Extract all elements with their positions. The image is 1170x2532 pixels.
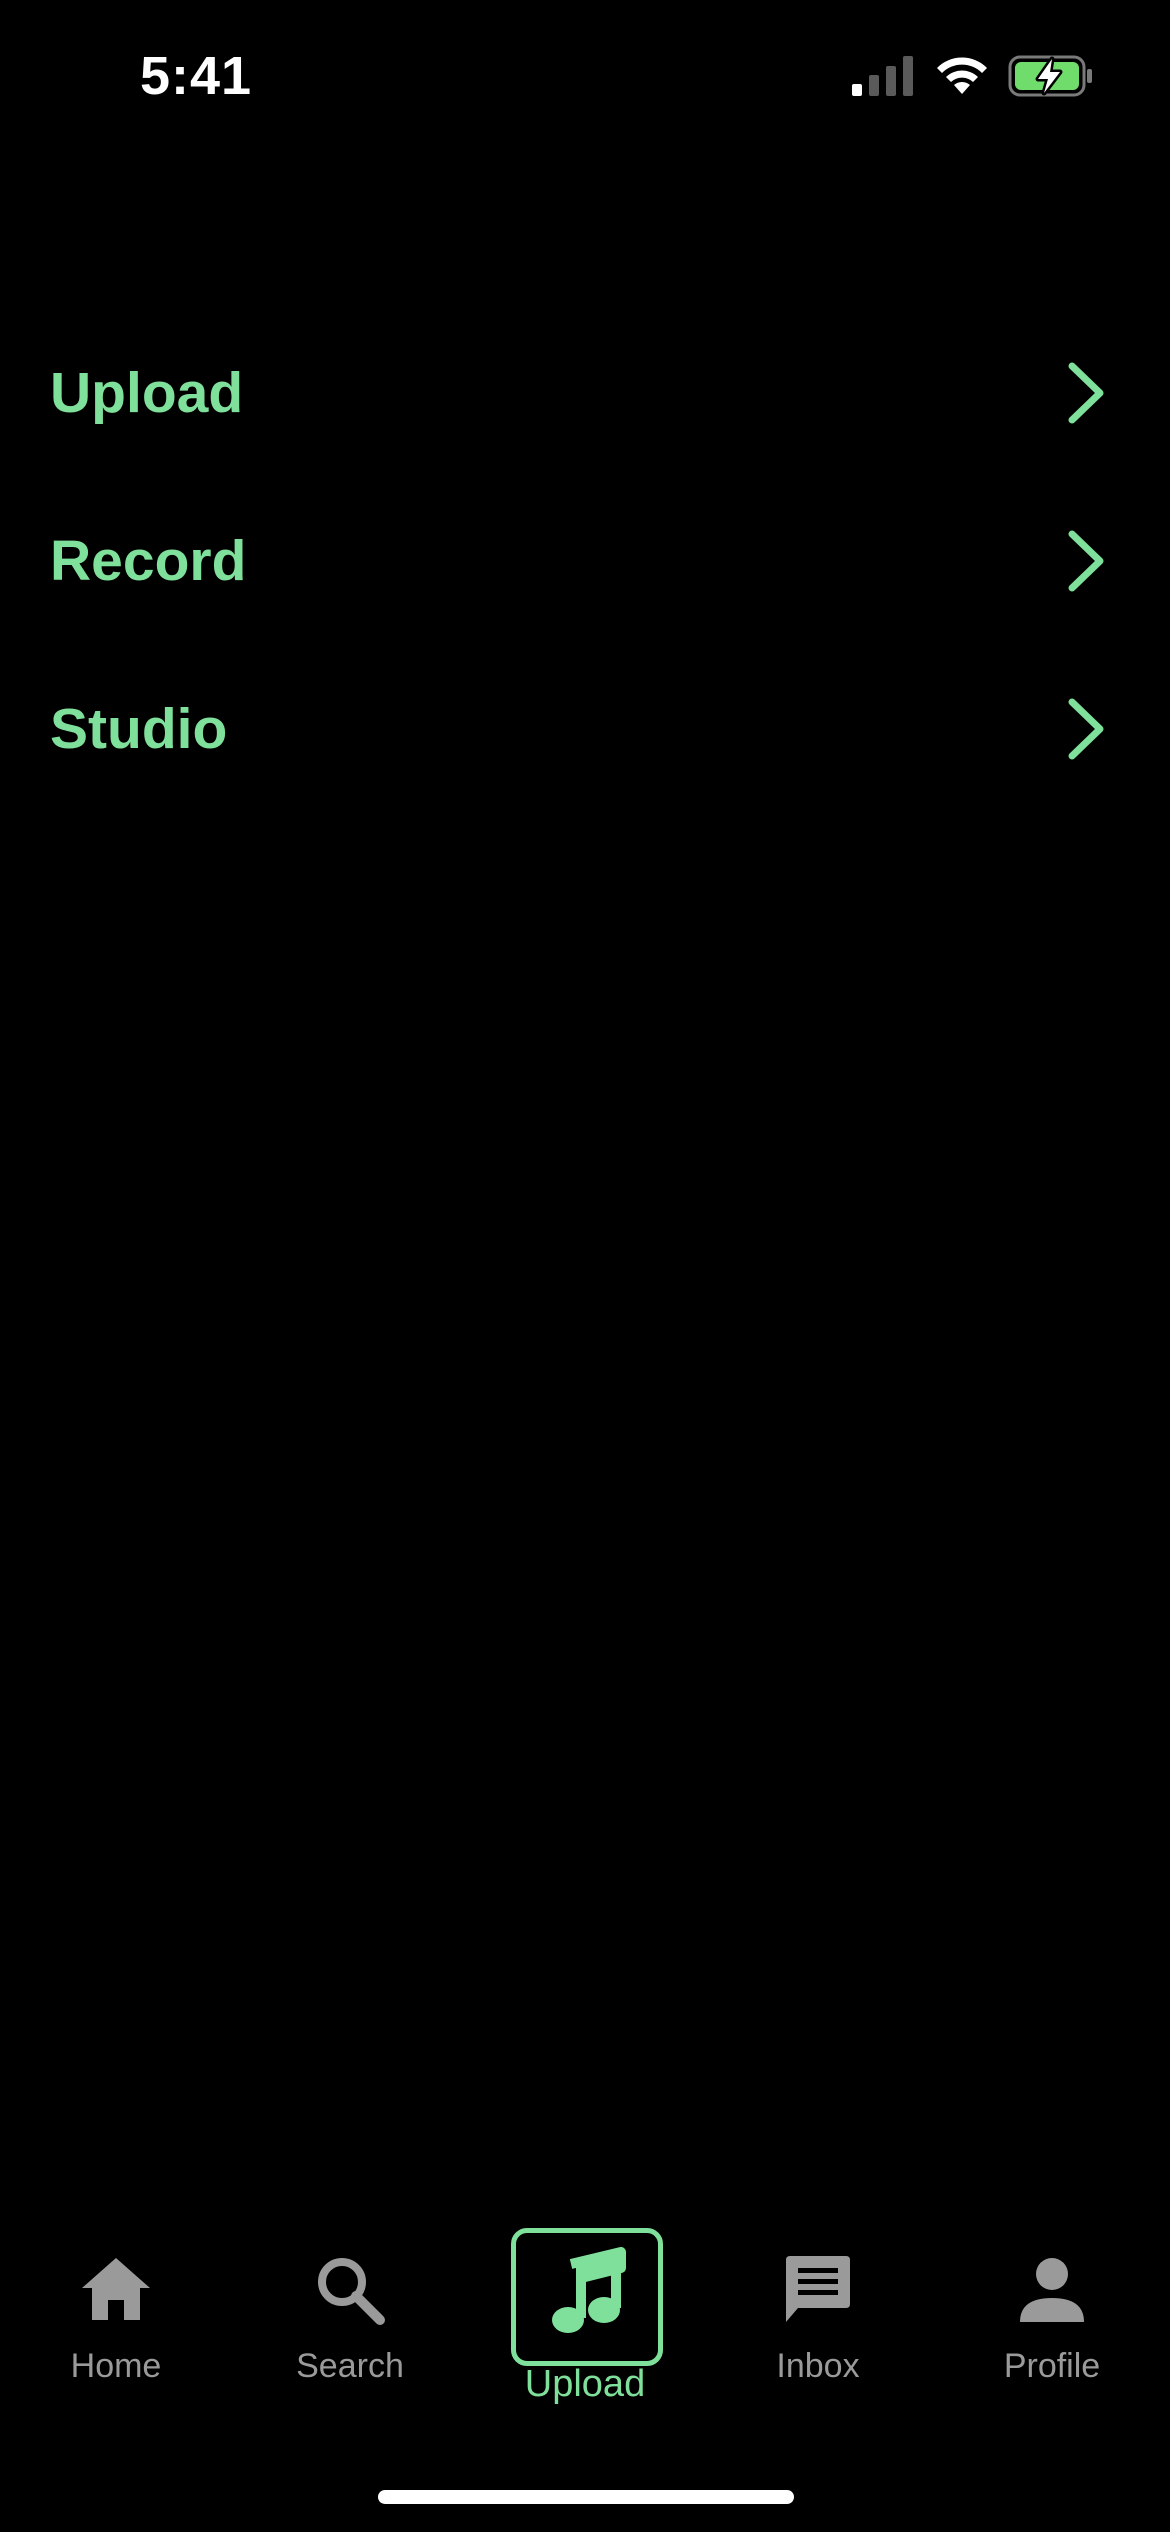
chevron-right-icon — [1068, 530, 1104, 592]
home-icon — [82, 2258, 150, 2320]
cellular-signal-icon — [852, 56, 913, 96]
chevron-right-icon — [1068, 362, 1104, 424]
menu-item-label: Record — [50, 529, 247, 593]
menu-item-studio[interactable]: Studio — [0, 646, 1170, 814]
menu-item-upload[interactable]: Upload — [0, 310, 1170, 478]
wifi-icon — [937, 57, 987, 94]
tab-profile[interactable]: Profile — [952, 2210, 1152, 2440]
home-indicator[interactable] — [378, 2490, 794, 2504]
tab-inbox[interactable]: Inbox — [718, 2210, 918, 2440]
tab-label: Search — [296, 2347, 404, 2385]
create-menu-list: Upload Record Studio — [0, 310, 1170, 814]
menu-item-label: Studio — [50, 697, 228, 761]
status-time: 5:41 — [140, 46, 253, 106]
message-icon — [786, 2256, 850, 2322]
chevron-right-icon — [1068, 698, 1104, 760]
menu-item-label: Upload — [50, 361, 244, 425]
music-note-icon — [552, 2247, 626, 2333]
tab-label: Upload — [524, 2363, 646, 2405]
tab-label: Inbox — [776, 2347, 860, 2385]
tab-label: Home — [70, 2347, 162, 2385]
bottom-tab-bar: Home Search Upload Inbox Profile — [0, 2210, 1170, 2440]
battery-charging-icon — [1008, 55, 1092, 97]
person-icon — [1020, 2258, 1084, 2322]
menu-item-record[interactable]: Record — [0, 478, 1170, 646]
tab-search[interactable]: Search — [250, 2210, 450, 2440]
tab-home[interactable]: Home — [16, 2210, 216, 2440]
tab-upload[interactable]: Upload — [485, 2210, 685, 2440]
tab-label: Profile — [1003, 2347, 1101, 2385]
search-icon — [318, 2258, 385, 2325]
status-bar: 5:41 — [0, 0, 1170, 150]
